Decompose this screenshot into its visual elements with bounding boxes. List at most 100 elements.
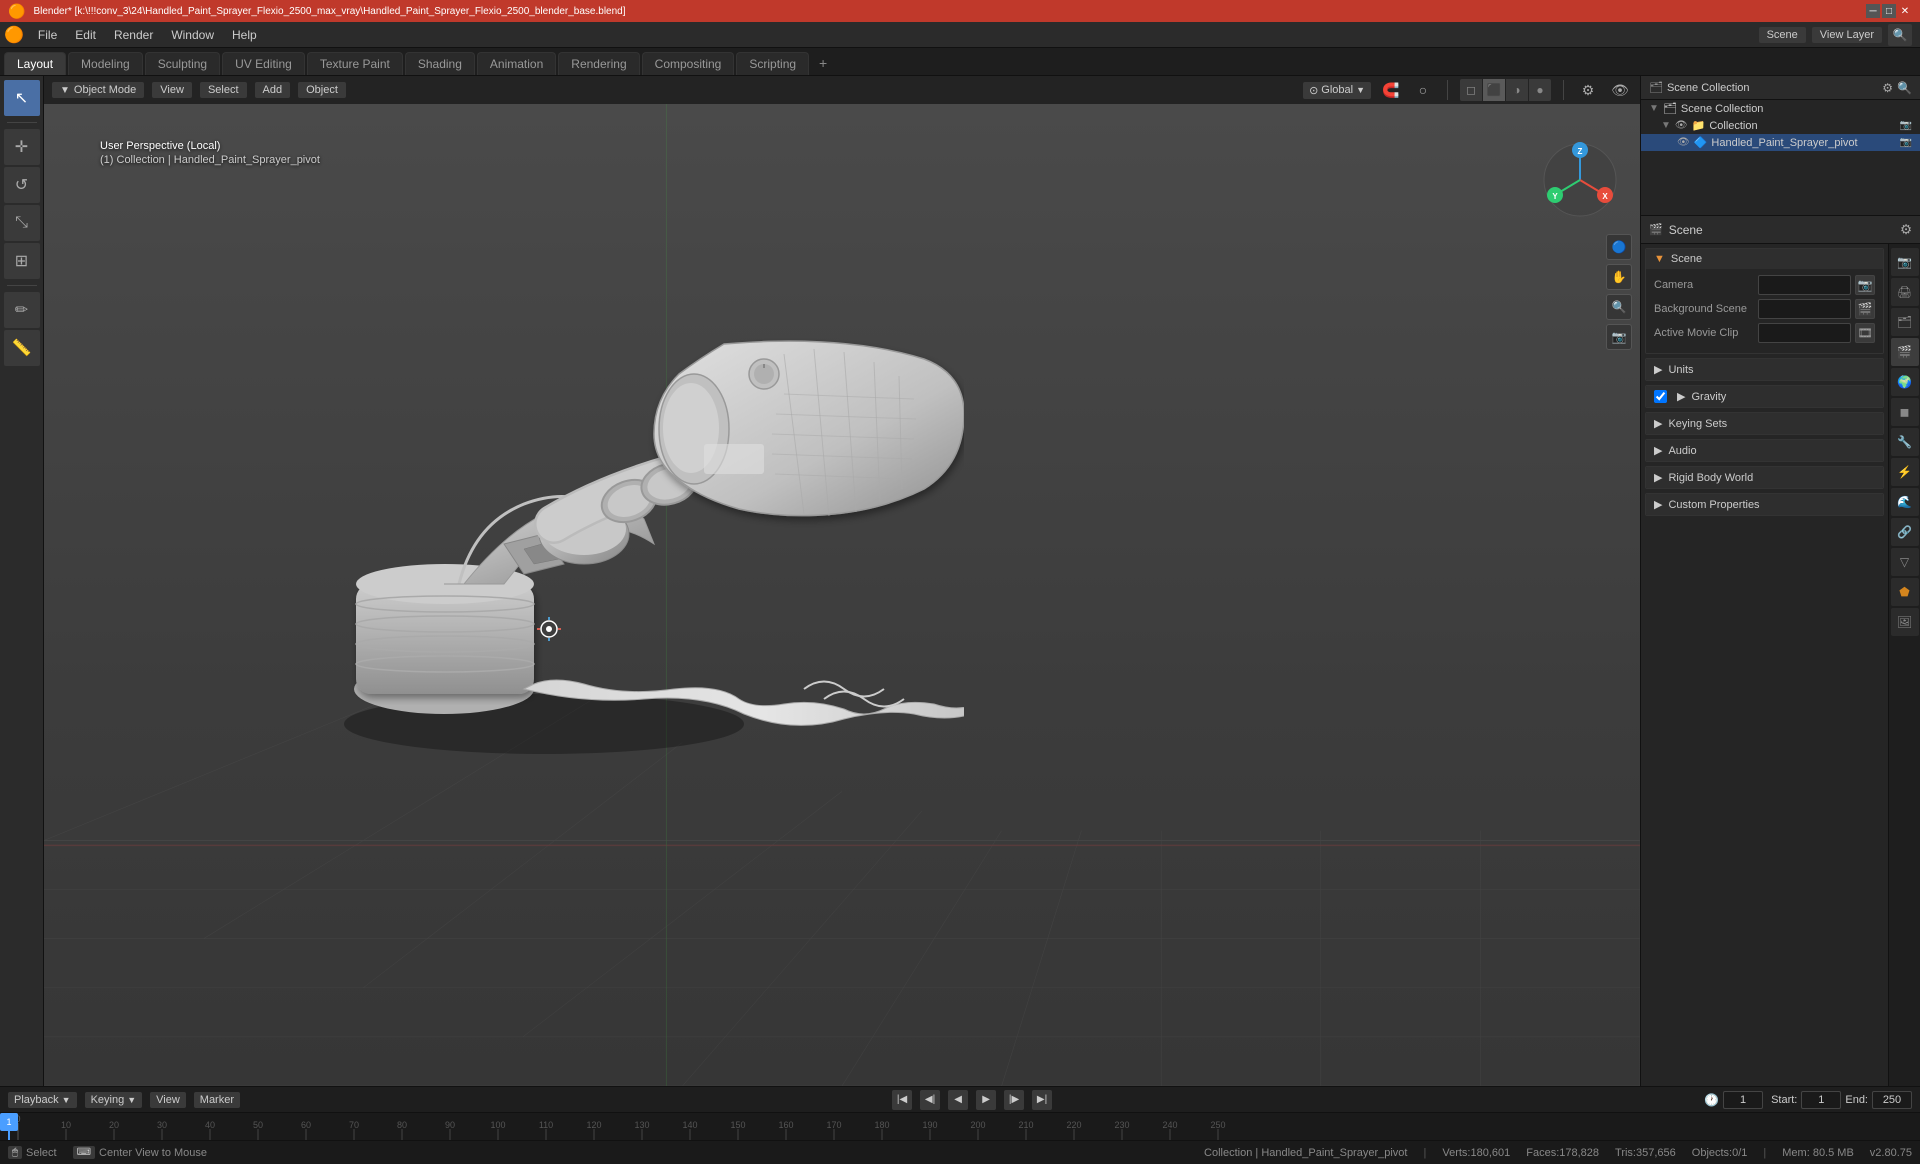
outliner-collection[interactable]: ▼ 👁 📁 Collection 📷	[1641, 117, 1920, 134]
jump-end-button[interactable]: ▶|	[1032, 1090, 1052, 1110]
menu-window[interactable]: Window	[163, 26, 222, 44]
tab-shading[interactable]: Shading	[405, 52, 475, 75]
add-menu-button[interactable]: Add	[255, 82, 291, 98]
maximize-button[interactable]: □	[1882, 4, 1896, 18]
keying-sets-section-header[interactable]: ▶ Keying Sets	[1646, 413, 1883, 434]
camera-field[interactable]	[1758, 275, 1851, 295]
outliner-filter-button[interactable]: ⚙	[1882, 81, 1893, 95]
outliner-object-item[interactable]: 👁 🔷 Handled_Paint_Sprayer_pivot 📷	[1641, 134, 1920, 151]
menu-file[interactable]: File	[30, 26, 65, 44]
active-movie-clip-field[interactable]	[1758, 323, 1851, 343]
background-scene-picker-icon[interactable]: 🎬	[1855, 299, 1875, 319]
tab-rendering[interactable]: Rendering	[558, 52, 639, 75]
tab-animation[interactable]: Animation	[477, 52, 556, 75]
navigation-gizmo[interactable]: Z X Y	[1540, 140, 1620, 220]
constraints-properties-tab[interactable]: 🔗	[1891, 518, 1919, 546]
object-properties-tab[interactable]: ◼	[1891, 398, 1919, 426]
rigid-body-world-section-header[interactable]: ▶ Rigid Body World	[1646, 467, 1883, 488]
material-shading-button[interactable]: ◑	[1506, 79, 1528, 101]
viewport[interactable]: ▼ Object Mode View Select Add Object ⊙ G…	[44, 76, 1640, 1086]
data-properties-tab[interactable]: ▽	[1891, 548, 1919, 576]
render-properties-tab[interactable]: 📷	[1891, 248, 1919, 276]
viewport-mode-selector[interactable]: ▼ Object Mode	[52, 82, 144, 98]
play-reverse-button[interactable]: ◀	[948, 1090, 968, 1110]
tab-modeling[interactable]: Modeling	[68, 52, 143, 75]
annotate-tool-button[interactable]: ✏	[4, 292, 40, 328]
playback-dropdown[interactable]: Playback ▼	[8, 1092, 77, 1108]
particles-properties-tab[interactable]: ⚡	[1891, 458, 1919, 486]
collection-restrict-render[interactable]: 📷	[1900, 120, 1912, 131]
outliner-scene-collection[interactable]: ▼ 🗂 Scene Collection	[1641, 100, 1920, 117]
scene-properties-tab[interactable]: 🎬	[1891, 338, 1919, 366]
select-menu-button[interactable]: Select	[200, 82, 247, 98]
viewport-scene[interactable]: User Perspective (Local) (1) Collection …	[44, 104, 1640, 1086]
tab-texture-paint[interactable]: Texture Paint	[307, 52, 403, 75]
select-tool-button[interactable]: ↖	[4, 80, 40, 116]
search-button[interactable]: 🔍	[1888, 24, 1912, 46]
units-section-header[interactable]: ▶ Units	[1646, 359, 1883, 380]
add-workspace-button[interactable]: +	[811, 51, 835, 75]
prev-keyframe-button[interactable]: ◀|	[920, 1090, 940, 1110]
current-frame-input[interactable]	[1723, 1091, 1763, 1109]
tab-layout[interactable]: Layout	[4, 52, 66, 75]
gravity-section-header[interactable]: ▶ Gravity	[1646, 386, 1883, 407]
props-options-button[interactable]: ⚙	[1900, 222, 1912, 238]
menu-edit[interactable]: Edit	[67, 26, 104, 44]
texture-properties-tab[interactable]: 🖼	[1891, 608, 1919, 636]
overlay-toggle-button[interactable]: ⚙	[1576, 78, 1600, 102]
minimize-button[interactable]: ─	[1866, 4, 1880, 18]
move-tool-button[interactable]: ✛	[4, 129, 40, 165]
object-restrict-render[interactable]: 📷	[1900, 137, 1912, 148]
timeline-ruler[interactable]: 1 0 10 20 30 40 50 60 70 80 90 100 110 1…	[0, 1112, 1920, 1140]
camera-view-button[interactable]: 📷	[1606, 324, 1632, 350]
current-frame-handle[interactable]: 1	[0, 1113, 18, 1131]
transform-pivot-selector[interactable]: ⊙ Global ▼	[1303, 82, 1371, 99]
rendered-shading-button[interactable]: ●	[1529, 79, 1551, 101]
camera-picker-icon[interactable]: 📷	[1855, 275, 1875, 295]
tab-scripting[interactable]: Scripting	[736, 52, 809, 75]
output-properties-tab[interactable]: 🖨	[1891, 278, 1919, 306]
pan-button[interactable]: ✋	[1606, 264, 1632, 290]
tab-compositing[interactable]: Compositing	[642, 52, 735, 75]
proportional-edit-button[interactable]: ○	[1411, 78, 1435, 102]
jump-start-button[interactable]: |◀	[892, 1090, 912, 1110]
view-layer-properties-tab[interactable]: 🗂	[1891, 308, 1919, 336]
world-properties-tab[interactable]: 🌍	[1891, 368, 1919, 396]
wireframe-shading-button[interactable]: ◻	[1460, 79, 1482, 101]
physics-properties-tab[interactable]: 🌊	[1891, 488, 1919, 516]
gizmo-toggle-button[interactable]: 👁	[1608, 78, 1632, 102]
custom-properties-section-header[interactable]: ▶ Custom Properties	[1646, 494, 1883, 515]
gravity-enabled-checkbox[interactable]	[1654, 390, 1667, 403]
zoom-in-button[interactable]: 🔵	[1606, 234, 1632, 260]
start-frame-input[interactable]	[1801, 1091, 1841, 1109]
end-frame-input[interactable]	[1872, 1091, 1912, 1109]
modifier-properties-tab[interactable]: 🔧	[1891, 428, 1919, 456]
tab-sculpting[interactable]: Sculpting	[145, 52, 220, 75]
outliner-search-button[interactable]: 🔍	[1897, 81, 1912, 95]
transform-tool-button[interactable]: ⊞	[4, 243, 40, 279]
next-keyframe-button[interactable]: |▶	[1004, 1090, 1024, 1110]
solid-shading-button[interactable]: ⬛	[1483, 79, 1505, 101]
background-scene-field[interactable]	[1758, 299, 1851, 319]
scene-selector[interactable]: Scene	[1759, 27, 1806, 43]
menu-render[interactable]: Render	[106, 26, 161, 44]
rotate-tool-button[interactable]: ↺	[4, 167, 40, 203]
keying-dropdown[interactable]: Keying ▼	[85, 1092, 143, 1108]
scale-tool-button[interactable]: ⤡	[4, 205, 40, 241]
scene-section-header[interactable]: ▼ Scene	[1646, 249, 1883, 269]
view-menu-button[interactable]: View	[152, 82, 192, 98]
tab-uv-editing[interactable]: UV Editing	[222, 52, 305, 75]
zoom-button[interactable]: 🔍	[1606, 294, 1632, 320]
play-button[interactable]: ▶	[976, 1090, 996, 1110]
material-properties-tab[interactable]: ⬟	[1891, 578, 1919, 606]
view-layer-selector[interactable]: View Layer	[1812, 27, 1882, 43]
menu-help[interactable]: Help	[224, 26, 265, 44]
snap-button[interactable]: 🧲	[1379, 78, 1403, 102]
close-button[interactable]: ✕	[1898, 4, 1912, 18]
marker-dropdown[interactable]: Marker	[194, 1092, 240, 1108]
audio-section-header[interactable]: ▶ Audio	[1646, 440, 1883, 461]
object-menu-button[interactable]: Object	[298, 82, 346, 98]
measure-tool-button[interactable]: 📏	[4, 330, 40, 366]
active-movie-clip-picker-icon[interactable]: 🎞	[1855, 323, 1875, 343]
timeline-view-dropdown[interactable]: View	[150, 1092, 186, 1108]
